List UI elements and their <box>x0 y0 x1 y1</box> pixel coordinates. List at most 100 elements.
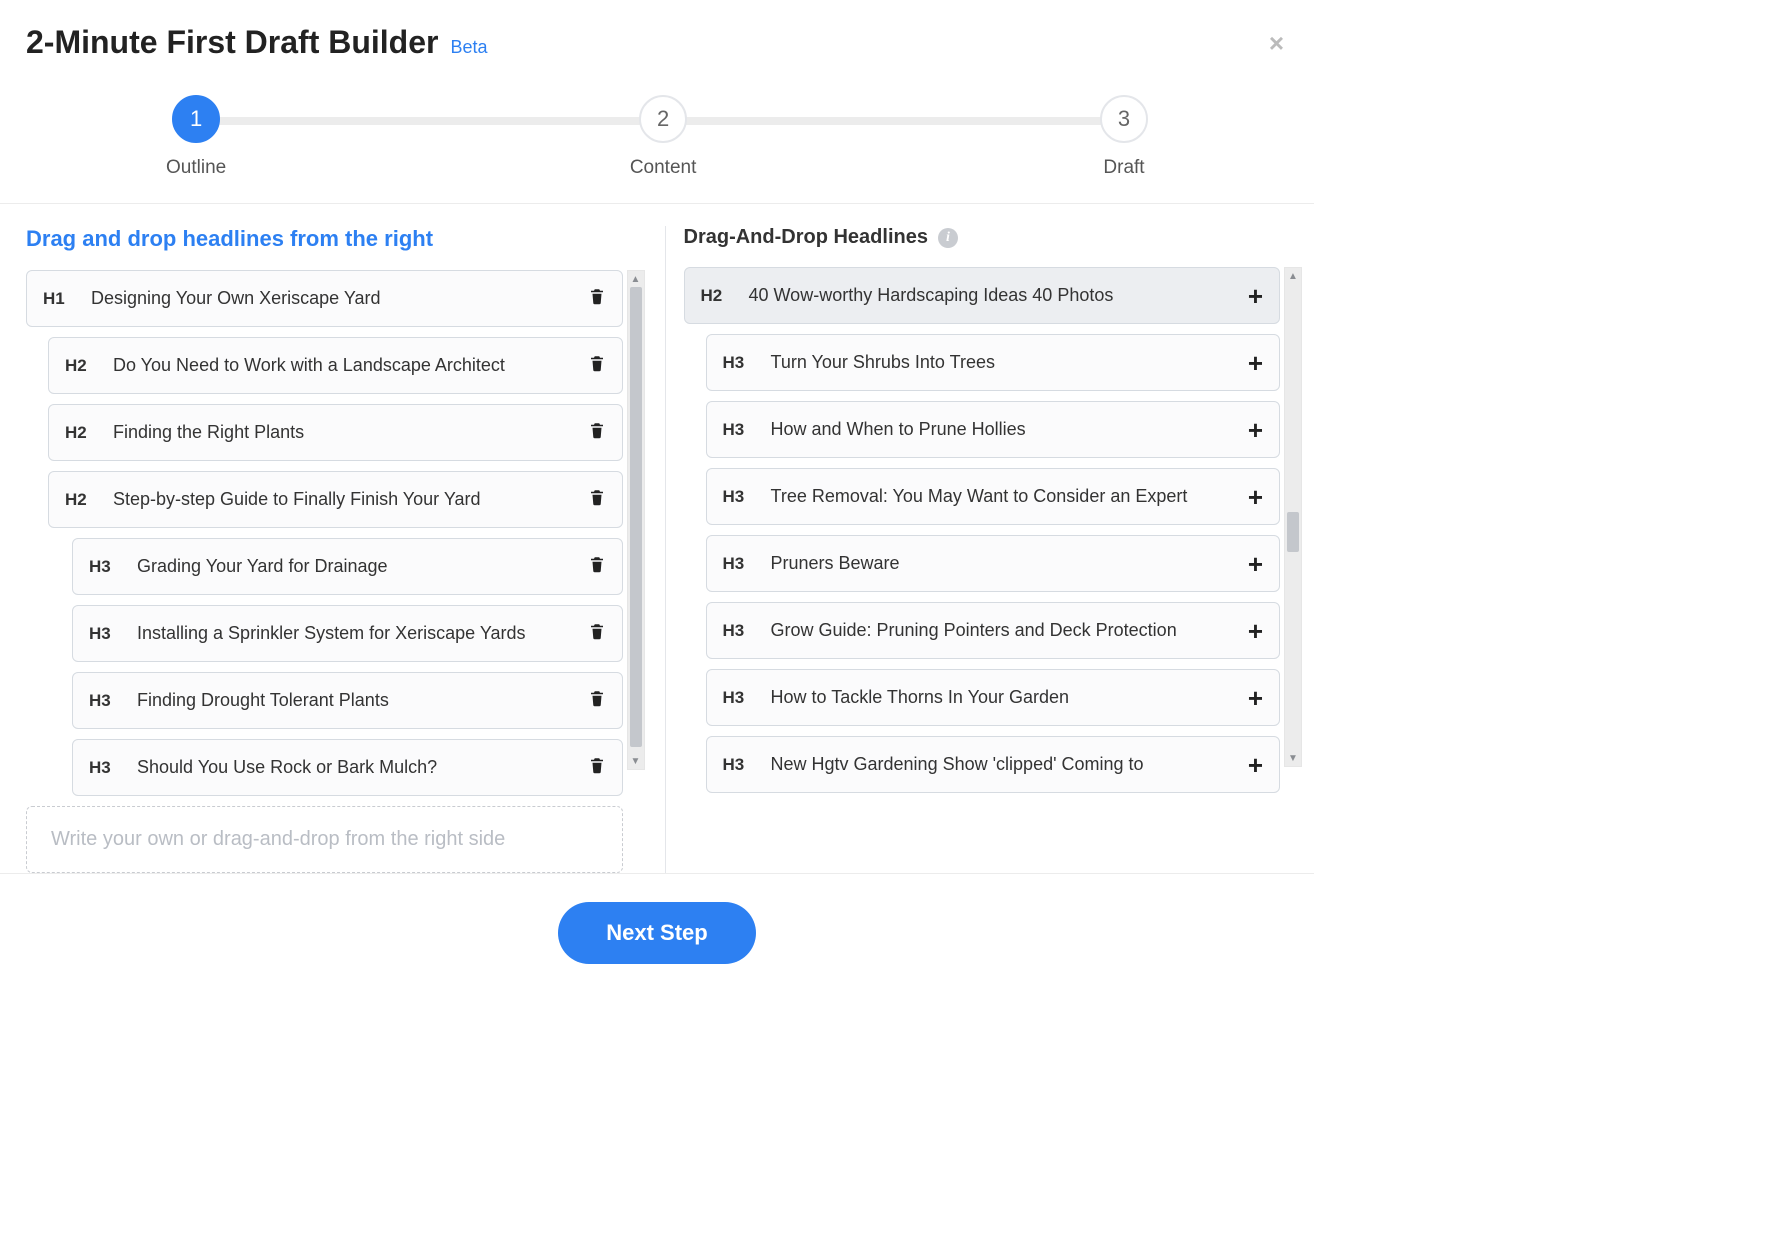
trash-icon[interactable] <box>588 353 606 378</box>
heading-text: Tree Removal: You May Want to Consider a… <box>771 483 1234 510</box>
heading-text: Designing Your Own Xeriscape Yard <box>91 285 574 312</box>
add-icon[interactable]: + <box>1248 685 1263 711</box>
headline-item[interactable]: H3 Grading Your Yard for Drainage <box>72 538 623 595</box>
heading-text: Turn Your Shrubs Into Trees <box>771 349 1234 376</box>
heading-level: H3 <box>723 353 757 373</box>
close-button[interactable]: × <box>1269 28 1284 59</box>
new-headline-input[interactable] <box>49 827 600 852</box>
heading-text: Finding Drought Tolerant Plants <box>137 687 574 714</box>
heading-level: H3 <box>89 691 123 711</box>
heading-text: Should You Use Rock or Bark Mulch? <box>137 754 574 781</box>
heading-text: Pruners Beware <box>771 550 1234 577</box>
new-headline-dropzone[interactable] <box>26 806 623 873</box>
modal-header: 2-Minute First Draft Builder Beta <box>26 16 1288 61</box>
heading-level: H2 <box>65 490 99 510</box>
headline-item[interactable]: H3 Installing a Sprinkler System for Xeri… <box>72 605 623 662</box>
scroll-thumb[interactable] <box>630 287 642 747</box>
trash-icon[interactable] <box>588 621 606 646</box>
heading-level: H3 <box>89 624 123 644</box>
outline-scrollbar[interactable]: ▲ ▼ <box>627 270 645 770</box>
step-dot: 2 <box>639 95 687 143</box>
heading-level: H3 <box>89 758 123 778</box>
trash-icon[interactable] <box>588 487 606 512</box>
stepper: 1 Outline 2 Content 3 Draft <box>26 61 1288 203</box>
step-label: Outline <box>166 157 226 179</box>
scroll-thumb[interactable] <box>1287 512 1299 552</box>
headline-item[interactable]: H3 How to Tackle Thorns In Your Garden + <box>706 669 1281 726</box>
heading-text: How to Tackle Thorns In Your Garden <box>771 684 1234 711</box>
heading-text: Do You Need to Work with a Landscape Arc… <box>113 352 574 379</box>
heading-text: Step-by-step Guide to Finally Finish You… <box>113 486 574 513</box>
suggestions-scrollbar[interactable]: ▲ ▼ <box>1284 267 1302 767</box>
heading-level: H2 <box>65 423 99 443</box>
modal-title: 2-Minute First Draft Builder <box>26 24 438 61</box>
scroll-down-icon[interactable]: ▼ <box>1285 750 1301 766</box>
headline-item[interactable]: H2 Finding the Right Plants <box>48 404 623 461</box>
add-icon[interactable]: + <box>1248 417 1263 443</box>
headline-item[interactable]: H2 40 Wow-worthy Hardscaping Ideas 40 Pho… <box>684 267 1281 324</box>
headline-item[interactable]: H2 Step-by-step Guide to Finally Finish Y… <box>48 471 623 528</box>
next-step-button[interactable]: Next Step <box>558 902 755 964</box>
outline-scroll-area: H1 Designing Your Own Xeriscape Yard H2 Do … <box>26 270 645 873</box>
add-icon[interactable]: + <box>1248 283 1263 309</box>
add-icon[interactable]: + <box>1248 618 1263 644</box>
trash-icon[interactable] <box>588 554 606 579</box>
suggestions-panel-title: Drag-And-Drop Headlines i <box>684 226 1303 249</box>
heading-text: 40 Wow-worthy Hardscaping Ideas 40 Photo… <box>749 282 1234 309</box>
suggestions-panel: Drag-And-Drop Headlines i H2 40 Wow-worth… <box>684 226 1305 873</box>
heading-text: Installing a Sprinkler System for Xerisc… <box>137 620 574 647</box>
heading-level: H3 <box>723 487 757 507</box>
heading-level: H3 <box>89 557 123 577</box>
outline-panel: Drag and drop headlines from the right H… <box>26 226 659 873</box>
step-dot: 3 <box>1100 95 1148 143</box>
step-content[interactable]: 2 Content <box>630 95 697 179</box>
heading-text: New Hgtv Gardening Show 'clipped' Coming… <box>771 751 1234 778</box>
heading-level: H3 <box>723 755 757 775</box>
headline-item[interactable]: H2 Do You Need to Work with a Landscape A… <box>48 337 623 394</box>
headline-item[interactable]: H3 Should You Use Rock or Bark Mulch? <box>72 739 623 796</box>
step-draft[interactable]: 3 Draft <box>1100 95 1148 179</box>
add-icon[interactable]: + <box>1248 484 1263 510</box>
heading-level: H2 <box>65 356 99 376</box>
heading-text: Grow Guide: Pruning Pointers and Deck Pr… <box>771 617 1234 644</box>
headline-item[interactable]: H3 Turn Your Shrubs Into Trees + <box>706 334 1281 391</box>
trash-icon[interactable] <box>588 286 606 311</box>
trash-icon[interactable] <box>588 420 606 445</box>
heading-text: Finding the Right Plants <box>113 419 574 446</box>
suggestions-panel-title-text: Drag-And-Drop Headlines <box>684 226 928 249</box>
step-label: Content <box>630 157 697 179</box>
scroll-down-icon[interactable]: ▼ <box>628 753 644 769</box>
heading-level: H3 <box>723 420 757 440</box>
headline-item[interactable]: H3 How and When to Prune Hollies + <box>706 401 1281 458</box>
outline-panel-title: Drag and drop headlines from the right <box>26 226 645 252</box>
headline-item[interactable]: H3 Finding Drought Tolerant Plants <box>72 672 623 729</box>
add-icon[interactable]: + <box>1248 551 1263 577</box>
step-dot: 1 <box>172 95 220 143</box>
panels: Drag and drop headlines from the right H… <box>0 204 1314 874</box>
add-icon[interactable]: + <box>1248 752 1263 778</box>
heading-level: H3 <box>723 554 757 574</box>
headline-item[interactable]: H3 New Hgtv Gardening Show 'clipped' Comi… <box>706 736 1281 793</box>
vertical-divider <box>665 226 666 873</box>
scroll-up-icon[interactable]: ▲ <box>628 271 644 287</box>
heading-level: H2 <box>701 286 735 306</box>
headline-item[interactable]: H3 Pruners Beware + <box>706 535 1281 592</box>
suggestions-scroll-area: H2 40 Wow-worthy Hardscaping Ideas 40 Pho… <box>684 267 1303 793</box>
trash-icon[interactable] <box>588 755 606 780</box>
heading-text: How and When to Prune Hollies <box>771 416 1234 443</box>
headline-item[interactable]: H3 Grow Guide: Pruning Pointers and Deck … <box>706 602 1281 659</box>
modal-footer: Next Step <box>26 874 1288 998</box>
info-icon[interactable]: i <box>938 228 958 248</box>
add-icon[interactable]: + <box>1248 350 1263 376</box>
scroll-up-icon[interactable]: ▲ <box>1285 268 1301 284</box>
trash-icon[interactable] <box>588 688 606 713</box>
heading-level: H1 <box>43 289 77 309</box>
heading-level: H3 <box>723 688 757 708</box>
beta-badge: Beta <box>450 37 487 58</box>
heading-level: H3 <box>723 621 757 641</box>
heading-text: Grading Your Yard for Drainage <box>137 553 574 580</box>
headline-item[interactable]: H3 Tree Removal: You May Want to Consider… <box>706 468 1281 525</box>
headline-item[interactable]: H1 Designing Your Own Xeriscape Yard <box>26 270 623 327</box>
step-outline[interactable]: 1 Outline <box>166 95 226 179</box>
step-label: Draft <box>1103 157 1144 179</box>
